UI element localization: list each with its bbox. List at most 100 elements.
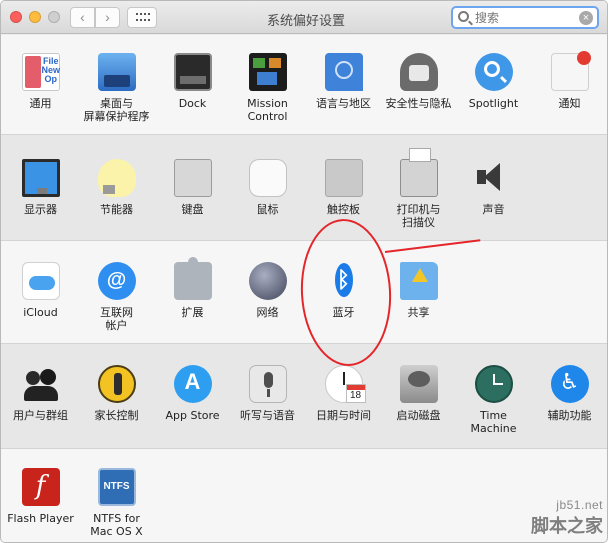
pane-label: 安全性与隐私	[385, 97, 452, 110]
internet-accounts-icon: @	[97, 262, 136, 300]
parental-controls-icon	[97, 365, 136, 403]
pane-network[interactable]: 网络	[230, 262, 305, 319]
pane-label: Mission Control	[247, 97, 288, 123]
watermark: jb51.net 脚本之家	[531, 498, 603, 538]
pane-energy-saver[interactable]: 节能器	[79, 159, 154, 216]
pane-label: 日期与时间	[316, 409, 371, 422]
pane-label: Flash Player	[7, 512, 74, 525]
pane-startup-disk[interactable]: 启动磁盘	[381, 365, 456, 422]
pane-printers-scanners[interactable]: 打印机与 扫描仪	[381, 148, 456, 229]
pane-label: 显示器	[24, 203, 57, 216]
pane-time-machine[interactable]: Time Machine	[456, 365, 531, 435]
time-machine-icon	[474, 365, 513, 403]
dictation-speech-icon	[248, 365, 287, 403]
pane-label: 鼠标	[256, 203, 279, 216]
language-region-icon	[324, 53, 363, 91]
pane-label: 扩展	[181, 306, 204, 319]
sharing-icon	[399, 262, 438, 300]
pane-internet-accounts[interactable]: @ 互联网 帐户	[79, 262, 154, 332]
pane-label: 听写与语音	[240, 409, 295, 422]
pane-app-store[interactable]: A App Store	[155, 365, 230, 422]
pane-accessibility[interactable]: ♿ 辅助功能	[532, 365, 607, 422]
pane-keyboard[interactable]: 键盘	[155, 159, 230, 216]
clear-search-icon[interactable]: ×	[579, 11, 593, 25]
pane-language-region[interactable]: 语言与地区	[306, 53, 381, 110]
keyboard-icon	[173, 159, 212, 197]
pane-label: 语言与地区	[316, 97, 371, 110]
displays-icon	[21, 159, 60, 197]
search-field[interactable]: ×	[451, 6, 599, 29]
pane-label: 节能器	[100, 203, 133, 216]
ntfs-icon: NTFS	[97, 468, 136, 506]
forward-button[interactable]: ›	[95, 7, 120, 28]
pane-users-groups[interactable]: 用户与群组	[3, 365, 78, 422]
system-preferences-window: ‹ › 系统偏好设置 × File New Op 通用 桌面与 屏幕保护程序 D…	[0, 0, 608, 543]
pane-label: 共享	[407, 306, 430, 319]
pane-sound[interactable]: 声音	[456, 159, 531, 216]
pane-spotlight[interactable]: Spotlight	[456, 53, 531, 110]
network-icon	[248, 262, 287, 300]
flash-player-icon: f	[21, 468, 60, 506]
pane-parental-controls[interactable]: 家长控制	[79, 365, 154, 422]
pane-notifications[interactable]: 通知	[532, 51, 607, 110]
pane-label: 通用	[29, 97, 52, 110]
pane-label: 触控板	[327, 203, 360, 216]
notifications-icon	[550, 51, 591, 91]
accessibility-icon: ♿	[550, 365, 589, 403]
pane-label: 键盘	[181, 203, 204, 216]
pane-date-time[interactable]: 18 日期与时间	[306, 365, 381, 422]
pane-displays[interactable]: 显示器	[3, 159, 78, 216]
pane-extensions[interactable]: 扩展	[155, 257, 230, 319]
pane-general[interactable]: File New Op 通用	[3, 53, 78, 110]
close-button[interactable]	[10, 11, 22, 23]
mission-control-icon	[248, 53, 287, 91]
watermark-name: 脚本之家	[531, 516, 603, 537]
users-groups-icon	[22, 365, 60, 403]
pane-trackpad[interactable]: 触控板	[306, 159, 381, 216]
pane-label: App Store	[165, 409, 220, 422]
sound-icon	[475, 159, 513, 197]
pane-label: NTFS for Mac OS X	[90, 512, 143, 538]
date-time-icon: 18	[324, 365, 366, 403]
zoom-button[interactable]	[48, 11, 60, 23]
pane-label: iCloud	[23, 306, 58, 319]
mouse-icon	[248, 159, 287, 197]
search-icon	[458, 11, 469, 22]
pane-flash-player[interactable]: f Flash Player	[3, 468, 78, 525]
pane-desktop-screensaver[interactable]: 桌面与 屏幕保护程序	[79, 53, 154, 123]
pane-ntfs[interactable]: NTFS NTFS for Mac OS X	[79, 468, 154, 538]
minimize-button[interactable]	[29, 11, 41, 23]
pane-mouse[interactable]: 鼠标	[230, 159, 305, 216]
pane-sharing[interactable]: 共享	[381, 262, 456, 319]
pane-icloud[interactable]: iCloud	[3, 262, 78, 319]
pane-label: 辅助功能	[547, 409, 592, 422]
pane-mission-control[interactable]: Mission Control	[230, 53, 305, 123]
pane-label: 家长控制	[94, 409, 139, 422]
pane-label: 通知	[558, 97, 581, 110]
pane-label: Dock	[178, 97, 207, 110]
security-privacy-icon	[399, 53, 438, 91]
pane-label: 启动磁盘	[396, 409, 441, 422]
pane-label: 桌面与 屏幕保护程序	[83, 97, 150, 123]
spotlight-icon	[474, 53, 513, 91]
pane-label: 网络	[256, 306, 279, 319]
pane-label: Spotlight	[468, 97, 519, 110]
extensions-icon	[173, 257, 212, 300]
grid-icon	[136, 13, 138, 15]
show-all-button[interactable]	[127, 7, 157, 28]
pane-security-privacy[interactable]: 安全性与隐私	[381, 53, 456, 110]
title-bar: ‹ › 系统偏好设置 ×	[1, 1, 607, 34]
general-icon: File New Op	[21, 53, 60, 91]
pane-dictation-speech[interactable]: 听写与语音	[230, 365, 305, 422]
chevron-left-icon: ‹	[80, 9, 85, 25]
dock-icon	[173, 53, 212, 91]
desktop-screensaver-icon	[97, 53, 136, 91]
pane-dock[interactable]: Dock	[155, 53, 230, 110]
watermark-site: jb51.net	[556, 498, 603, 512]
back-button[interactable]: ‹	[70, 7, 95, 28]
pane-label: 声音	[482, 203, 505, 216]
search-input[interactable]	[475, 9, 575, 27]
trackpad-icon	[324, 159, 363, 197]
window-title: 系统偏好设置	[266, 14, 345, 29]
app-store-icon: A	[173, 365, 212, 403]
